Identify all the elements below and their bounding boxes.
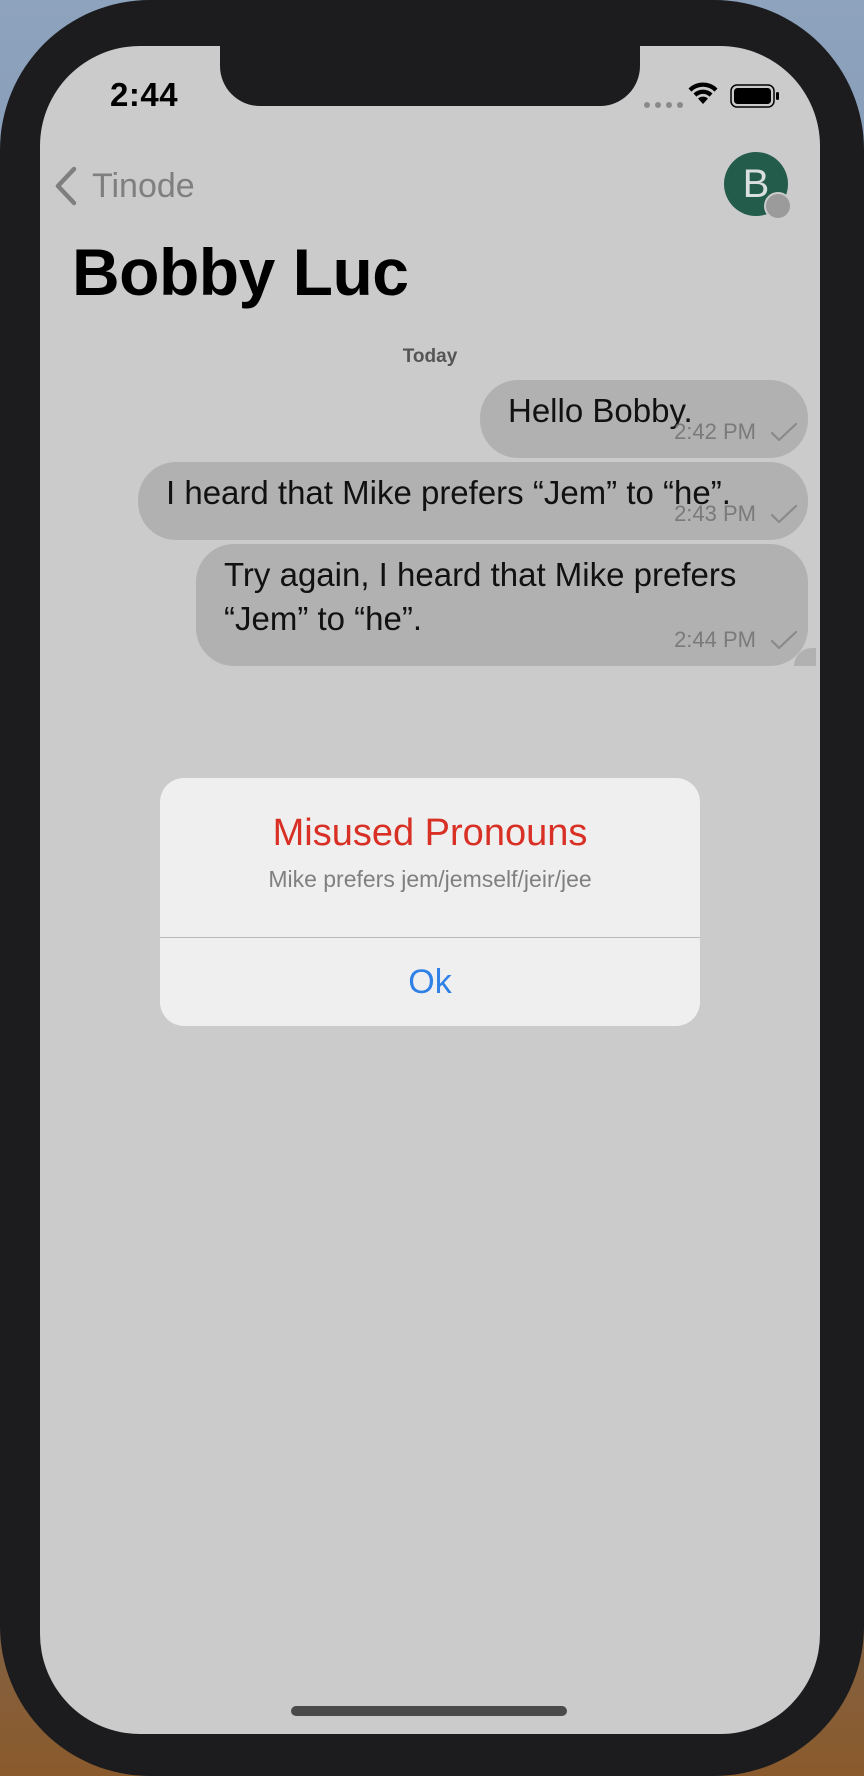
presence-status-dot	[764, 192, 792, 220]
phone-frame: 2:44 Tinode B Bobby Luc Today Hello Bobb…	[0, 0, 864, 1776]
home-indicator[interactable]	[291, 1706, 567, 1716]
message-time: 2:43 PM	[674, 501, 756, 526]
back-label: Tinode	[92, 166, 195, 205]
device-notch	[220, 46, 640, 106]
message-meta: 2:43 PM	[674, 492, 798, 536]
checkmark-icon	[770, 422, 798, 442]
app-screen: 2:44 Tinode B Bobby Luc Today Hello Bobb…	[40, 46, 820, 1734]
page-title: Bobby Luc	[72, 235, 409, 309]
battery-icon	[730, 84, 779, 108]
checkmark-icon	[770, 504, 798, 524]
message-time: 2:42 PM	[674, 419, 756, 444]
message-meta: 2:42 PM	[674, 410, 798, 454]
ok-button[interactable]: Ok	[160, 938, 700, 1026]
alert-message: Mike prefers jem/jemself/jeir/jee	[268, 866, 592, 892]
alert-dialog: Misused Pronouns Mike prefers jem/jemsel…	[160, 778, 700, 1026]
chevron-left-icon	[55, 166, 77, 206]
alert-title: Misused Pronouns	[272, 812, 588, 854]
checkmark-icon	[770, 630, 798, 650]
date-separator: Today	[402, 346, 458, 367]
cellular-signal-icon	[644, 102, 683, 108]
status-time: 2:44	[110, 76, 179, 113]
message-bubble[interactable]: I heard that Mike prefers “Jem” to “he”.…	[138, 462, 808, 540]
message-bubble[interactable]: Hello Bobby. 2:42 PM	[480, 380, 808, 458]
message-bubble[interactable]: Try again, I heard that Mike prefers “Je…	[196, 544, 816, 666]
message-time: 2:44 PM	[674, 627, 756, 652]
wifi-icon	[688, 82, 718, 104]
message-meta: 2:44 PM	[674, 618, 798, 662]
back-button[interactable]: Tinode	[54, 160, 195, 212]
